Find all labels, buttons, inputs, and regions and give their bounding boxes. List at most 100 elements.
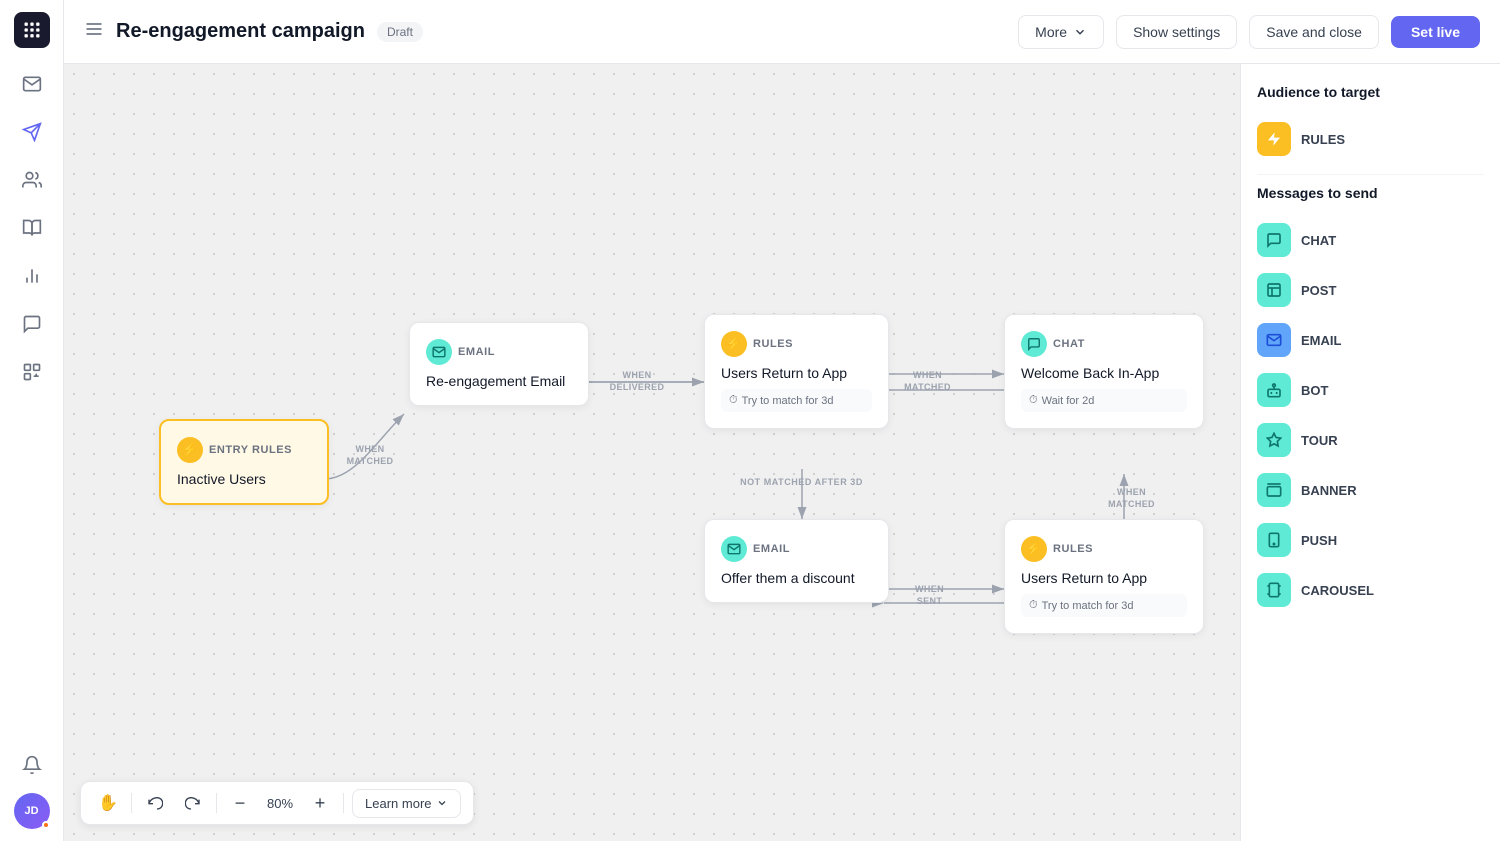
panel-item-rules-audience[interactable]: RULES xyxy=(1257,114,1484,164)
panel-bot-label: BOT xyxy=(1301,383,1328,398)
messages-title: Messages to send xyxy=(1257,185,1484,201)
entry-rules-label: ENTRY RULES xyxy=(209,444,292,456)
zoom-in-button[interactable]: + xyxy=(305,788,335,818)
hand-tool-button[interactable]: ✋ xyxy=(93,788,123,818)
panel-email-icon xyxy=(1257,323,1291,357)
user-avatar[interactable]: JD xyxy=(14,793,50,829)
rules1-sub-icon: ⏱ xyxy=(729,394,738,407)
panel-item-email[interactable]: EMAIL xyxy=(1257,315,1484,365)
sidebar-item-apps[interactable] xyxy=(12,352,52,392)
panel-item-carousel[interactable]: CAROUSEL xyxy=(1257,565,1484,615)
toolbar-divider-3 xyxy=(343,793,344,813)
panel-chat-label: CHAT xyxy=(1301,233,1336,248)
panel-bot-icon xyxy=(1257,373,1291,407)
connector-when-matched-1: WHENMATCHED xyxy=(340,444,400,467)
connector-when-matched-2: WHENMATCHED xyxy=(895,370,960,393)
rules1-node[interactable]: ⚡ RULES Users Return to App ⏱ Try to mat… xyxy=(704,314,889,429)
learn-more-button[interactable]: Learn more xyxy=(352,789,460,818)
email1-icon xyxy=(426,339,452,365)
email2-title: Offer them a discount xyxy=(721,570,872,586)
zoom-out-button[interactable]: − xyxy=(225,788,255,818)
panel-push-icon xyxy=(1257,523,1291,557)
panel-chat-icon xyxy=(1257,223,1291,257)
email2-node[interactable]: EMAIL Offer them a discount xyxy=(704,519,889,603)
rules2-sub-icon: ⏱ xyxy=(1029,599,1038,612)
sidebar-item-inbox[interactable] xyxy=(12,64,52,104)
rules1-icon: ⚡ xyxy=(721,331,747,357)
panel-tour-label: TOUR xyxy=(1301,433,1338,448)
connector-when-sent: WHENSENT xyxy=(897,584,962,607)
rules2-node[interactable]: ⚡ RULES Users Return to App ⏱ Try to mat… xyxy=(1004,519,1204,634)
node-badge: ⚡ RULES xyxy=(1021,536,1187,562)
bottom-toolbar: ✋ − 80% + Learn more xyxy=(80,781,474,825)
chat1-sub-icon: ⏱ xyxy=(1029,394,1038,407)
chat1-label: CHAT xyxy=(1053,338,1085,350)
node-badge: ⚡ ENTRY RULES xyxy=(177,437,311,463)
flow-container: ⚡ ENTRY RULES Inactive Users WHENMATCHED… xyxy=(64,64,1240,841)
sidebar-item-notifications[interactable] xyxy=(12,745,52,785)
rules1-sub: ⏱ Try to match for 3d xyxy=(721,389,872,412)
panel-item-push[interactable]: PUSH xyxy=(1257,515,1484,565)
app-logo xyxy=(14,12,50,48)
sidebar-item-contacts[interactable] xyxy=(12,160,52,200)
panel-item-tour[interactable]: TOUR xyxy=(1257,415,1484,465)
rules1-sub-text: Try to match for 3d xyxy=(742,395,834,407)
show-settings-button[interactable]: Show settings xyxy=(1116,15,1237,49)
panel-post-icon xyxy=(1257,273,1291,307)
panel-email-label: EMAIL xyxy=(1301,333,1341,348)
save-close-button[interactable]: Save and close xyxy=(1249,15,1379,49)
rules2-sub-text: Try to match for 3d xyxy=(1042,600,1134,612)
email1-node[interactable]: EMAIL Re-engagement Email xyxy=(409,322,589,406)
redo-button[interactable] xyxy=(178,788,208,818)
page-title: Re-engagement campaign xyxy=(116,20,365,43)
sidebar-item-messages[interactable] xyxy=(12,304,52,344)
panel-item-chat[interactable]: CHAT xyxy=(1257,215,1484,265)
node-badge: CHAT xyxy=(1021,331,1187,357)
rules2-icon: ⚡ xyxy=(1021,536,1047,562)
sidebar-item-knowledge[interactable] xyxy=(12,208,52,248)
chat1-icon xyxy=(1021,331,1047,357)
panel-divider xyxy=(1257,174,1484,175)
chat1-title: Welcome Back In-App xyxy=(1021,365,1187,381)
panel-carousel-label: CAROUSEL xyxy=(1301,583,1374,598)
panel-rules-audience-icon xyxy=(1257,122,1291,156)
chat1-sub-text: Wait for 2d xyxy=(1042,395,1095,407)
connector-when-delivered: WHENDELIVERED xyxy=(597,370,677,393)
node-badge: EMAIL xyxy=(426,339,572,365)
sidebar-item-campaigns[interactable] xyxy=(12,112,52,152)
rules2-title: Users Return to App xyxy=(1021,570,1187,586)
email2-icon xyxy=(721,536,747,562)
entry-rules-icon: ⚡ xyxy=(177,437,203,463)
panel-item-post[interactable]: POST xyxy=(1257,265,1484,315)
toolbar-divider-2 xyxy=(216,793,217,813)
panel-post-label: POST xyxy=(1301,283,1336,298)
panel-push-label: PUSH xyxy=(1301,533,1337,548)
panel-banner-label: BANNER xyxy=(1301,483,1357,498)
entry-rules-node[interactable]: ⚡ ENTRY RULES Inactive Users xyxy=(159,419,329,505)
chat1-sub: ⏱ Wait for 2d xyxy=(1021,389,1187,412)
rules1-title: Users Return to App xyxy=(721,365,872,381)
chat1-node[interactable]: CHAT Welcome Back In-App ⏱ Wait for 2d xyxy=(1004,314,1204,429)
audience-title: Audience to target xyxy=(1257,84,1484,100)
panel-carousel-icon xyxy=(1257,573,1291,607)
sidebar-item-reports[interactable] xyxy=(12,256,52,296)
menu-toggle-button[interactable] xyxy=(84,19,104,44)
sidebar: JD xyxy=(0,0,64,841)
toolbar-divider-1 xyxy=(131,793,132,813)
undo-button[interactable] xyxy=(140,788,170,818)
sidebar-bottom: JD xyxy=(12,745,52,829)
panel-item-banner[interactable]: BANNER xyxy=(1257,465,1484,515)
avatar-status-dot xyxy=(42,821,50,829)
panel-tour-icon xyxy=(1257,423,1291,457)
panel-item-bot[interactable]: BOT xyxy=(1257,365,1484,415)
more-button[interactable]: More xyxy=(1018,15,1104,49)
connector-when-matched-3: WHENMATCHED xyxy=(1099,487,1164,510)
zoom-level: 80% xyxy=(263,796,297,811)
entry-rules-title: Inactive Users xyxy=(177,471,311,487)
node-badge: EMAIL xyxy=(721,536,872,562)
set-live-button[interactable]: Set live xyxy=(1391,16,1480,48)
main-area: Re-engagement campaign Draft More Show s… xyxy=(64,0,1500,841)
flow-canvas[interactable]: ⚡ ENTRY RULES Inactive Users WHENMATCHED… xyxy=(64,64,1240,841)
content-area: ⚡ ENTRY RULES Inactive Users WHENMATCHED… xyxy=(64,64,1500,841)
panel-banner-icon xyxy=(1257,473,1291,507)
